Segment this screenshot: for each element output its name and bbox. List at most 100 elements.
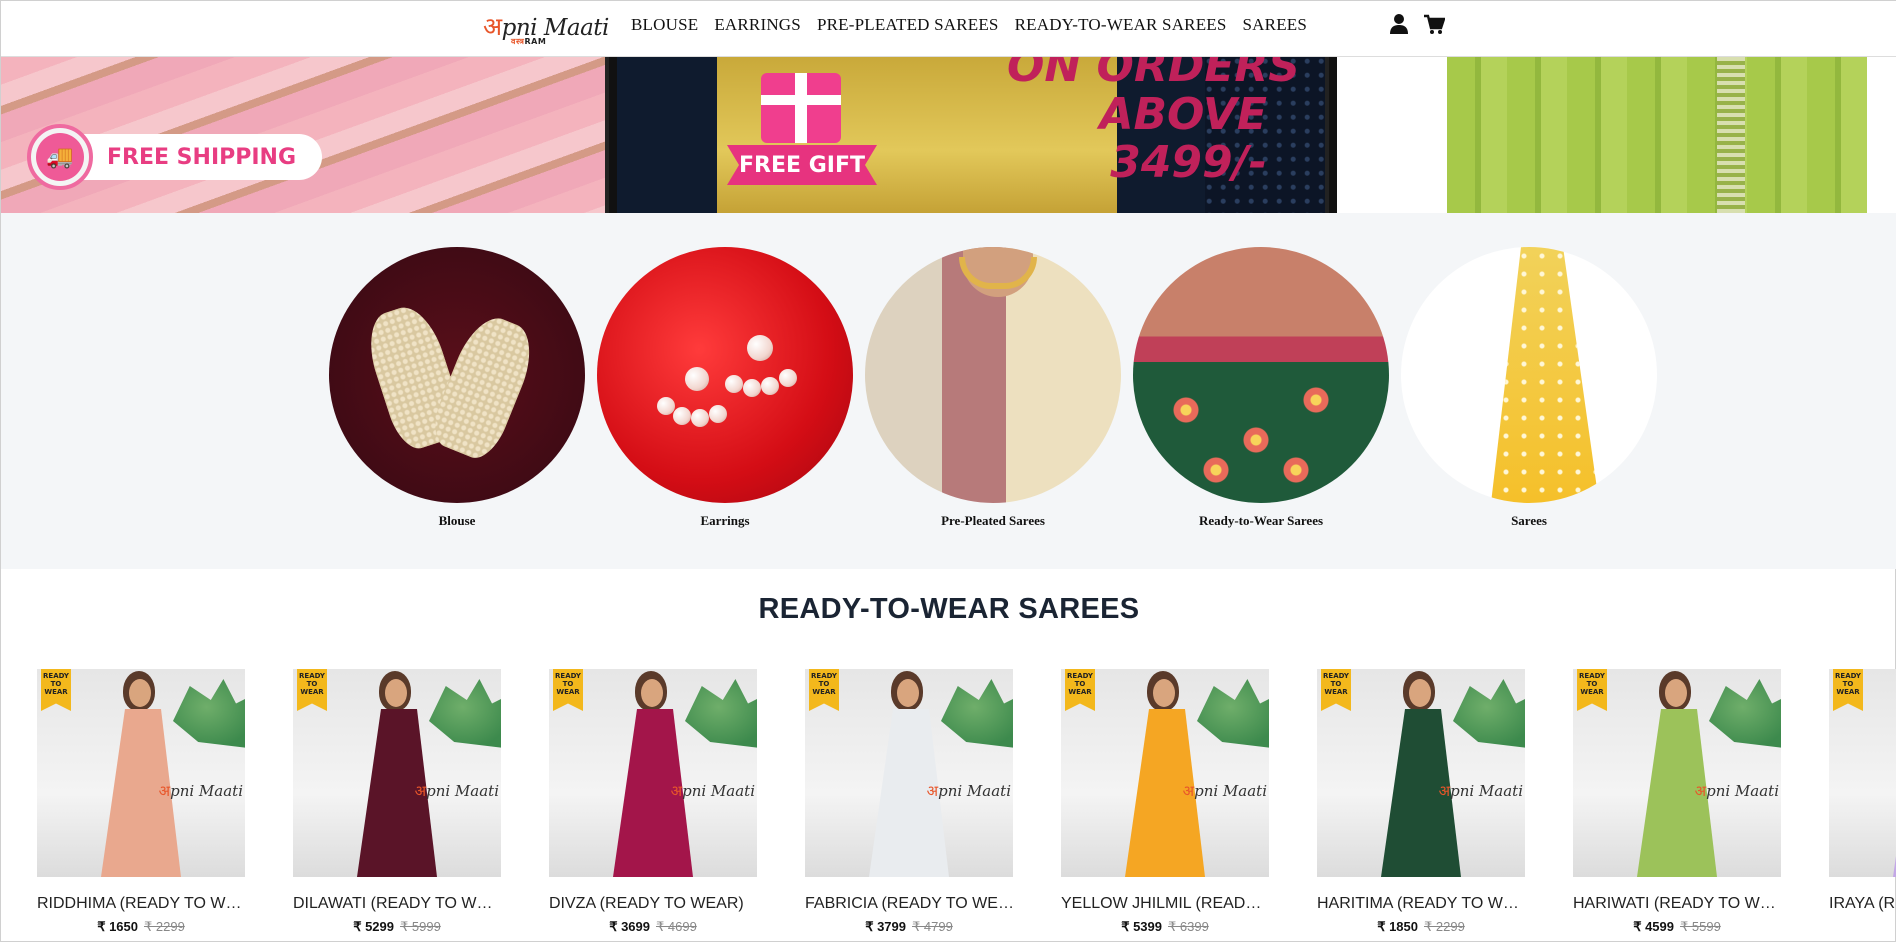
product-old-price: ₹ 2299 [1424,919,1465,934]
product-card[interactable]: READY TO WEARअpni Maati IRAYA (READY TO W… [1829,669,1896,935]
logo-subtitle: वस्त्रRAM [511,36,546,47]
category-label[interactable]: Ready-to-Wear Sarees [1133,513,1389,529]
product-prices: ₹ 1650 ₹ 2299 [37,919,245,935]
product-name[interactable]: FABRICIA (READY TO WEAR) [805,895,1015,913]
product-old-price: ₹ 5999 [400,919,441,934]
category-ready-to-wear-sarees[interactable]: Ready-to-Wear Sarees [1133,247,1389,529]
logo-sub-hindi: वस्त्र [511,37,525,46]
product-prices: ₹ 1850 ₹ 2299 [1317,919,1525,935]
product-name[interactable]: DIVZA (READY TO WEAR) [549,895,759,913]
logo-accent: अ [483,12,502,41]
product-card[interactable]: READY TO WEAR अpni Maati HARIWATI (READY T… [1573,669,1783,935]
offer-text: ON ORDERS ABOVE 3499/- [1007,57,1300,188]
ready-to-wear-badge: READY TO WEAR [1577,669,1607,711]
product-prices: ₹ 5299 ₹ 5999 [293,919,501,935]
site-header: अpni Maati वस्त्रRAM BLOUSE EARRINGS PRE… [1,1,1896,57]
product-watermark-logo: अpni Maati [158,782,243,800]
product-prices: ₹ 3 [1829,919,1896,935]
product-old-price: ₹ 2299 [144,919,185,934]
product-name[interactable]: IRAYA (READY TO WEAR) [1829,895,1896,913]
product-prices: ₹ 5399 ₹ 6399 [1061,919,1269,935]
product-watermark-logo: अpni Maati [1438,782,1523,800]
user-icon[interactable] [1389,13,1409,35]
offer-line-3: 3499/- [1110,137,1267,188]
product-card[interactable]: READY TO WEAR अpni Maati HARITIMA (READY T… [1317,669,1527,935]
category-image-pre-pleated[interactable] [865,247,1121,503]
category-label[interactable]: Blouse [329,513,585,529]
category-image-sarees[interactable] [1401,247,1657,503]
banner-panel-shipping: 🚚 FREE SHIPPING [1,57,609,213]
ready-to-wear-badge: READY TO WEAR [809,669,839,711]
cart-icon[interactable] [1423,13,1446,35]
nav-blouse[interactable]: BLOUSE [631,15,698,35]
category-image-blouse[interactable] [329,247,585,503]
product-image[interactable]: READY TO WEARअpni Maati [549,669,757,877]
site-logo[interactable]: अpni Maati वस्त्रRAM [481,9,609,47]
nav-pre-pleated-sarees[interactable]: PRE-PLEATED SAREES [817,15,999,35]
free-gift-label: FREE GIFT [727,145,877,185]
product-image[interactable]: READY TO WEAR अpni Maati [37,669,245,877]
category-blouse[interactable]: Blouse [329,247,585,529]
product-prices: ₹ 4599 ₹ 5599 [1573,919,1781,935]
category-pre-pleated-sarees[interactable]: Pre-Pleated Sarees [865,247,1121,529]
product-old-price: ₹ 4799 [912,919,953,934]
product-old-price: ₹ 4699 [656,919,697,934]
product-name[interactable]: DILAWATI (READY TO WEAR) [293,895,503,913]
banner-panel-gift: FREE GIFT ON ORDERS ABOVE 3499/- [617,57,1329,213]
product-price: ₹ 5399 [1121,919,1162,934]
product-watermark-logo: अpni Maati [926,782,1011,800]
product-image[interactable]: READY TO WEAR अpni Maati [805,669,1013,877]
product-watermark-logo: अpni Maati [1694,782,1779,800]
product-prices: ₹ 3799 ₹ 4799 [805,919,1013,935]
category-label[interactable]: Earrings [597,513,853,529]
product-old-price: ₹ 6399 [1168,919,1209,934]
section-title: READY-TO-WEAR SAREES [758,593,1140,625]
header-icons [1389,13,1446,35]
nav-ready-to-wear-sarees[interactable]: READY-TO-WEAR SAREES [1015,15,1227,35]
ready-to-wear-badge: READY TO WEAR [1065,669,1095,711]
product-image[interactable]: READY TO WEAR अpni Maati [293,669,501,877]
product-card[interactable]: READY TO WEAR अpni Maati RIDDHIMA (READY T… [37,669,247,935]
product-name[interactable]: HARITIMA (READY TO WEAR) [1317,895,1527,913]
product-card[interactable]: READY TO WEAR अpni Maati YELLOW JHILMIL (R… [1061,669,1271,935]
product-price: ₹ 3799 [865,919,906,934]
product-name[interactable]: HARIWATI (READY TO WEAR) [1573,895,1783,913]
product-price: ₹ 3699 [609,919,650,934]
product-price: ₹ 1850 [1377,919,1418,934]
category-sarees[interactable]: Sarees [1401,247,1657,529]
ready-to-wear-badge: READY TO WEAR [1833,669,1863,711]
category-image-earrings[interactable] [597,247,853,503]
product-card[interactable]: READY TO WEAR अpni Maati FABRICIA (READY T… [805,669,1015,935]
main-nav: BLOUSE EARRINGS PRE-PLEATED SAREES READY… [631,1,1307,48]
product-card[interactable]: READY TO WEAR अpni Maati DILAWATI (READY T… [293,669,503,935]
product-name[interactable]: RIDDHIMA (READY TO WEAR) [37,895,247,913]
offer-line-1: ON ORDERS [1007,57,1300,92]
product-watermark-logo: अpni Maati [414,782,499,800]
category-label[interactable]: Pre-Pleated Sarees [865,513,1121,529]
offer-line-2: ABOVE [1099,89,1267,140]
category-earrings[interactable]: Earrings [597,247,853,529]
product-image[interactable]: READY TO WEAR अpni Maati [1573,669,1781,877]
delivery-truck-icon: 🚚 [27,124,93,190]
product-name[interactable]: YELLOW JHILMIL (READY TO WEAR) [1061,895,1271,913]
product-price: ₹ 1650 [97,919,138,934]
ready-to-wear-badge: READY TO WEAR [297,669,327,711]
category-strip: Blouse Earrings Pre-Pleated Sarees Ready [1,213,1896,569]
product-image[interactable]: READY TO WEARअpni Maati [1829,669,1896,877]
product-price: ₹ 4599 [1633,919,1674,934]
logo-sub-text: RAM [524,37,547,46]
free-shipping-label: FREE SHIPPING [73,134,323,180]
category-label[interactable]: Sarees [1401,513,1657,529]
banner-panel-saree [1337,57,1896,213]
category-image-ready-to-wear[interactable] [1133,247,1389,503]
product-card[interactable]: READY TO WEAR अpni Maati DIVZA (READY TO W… [549,669,757,935]
product-carousel[interactable]: READY TO WEAR अpni Maati RIDDHIMA (READY T… [1,669,1896,942]
free-shipping-badge: 🚚 FREE SHIPPING [27,124,323,190]
product-old-price: ₹ 5599 [1680,919,1721,934]
nav-sarees[interactable]: SAREES [1243,15,1308,35]
ready-to-wear-badge: READY TO WEAR [41,669,71,711]
product-image[interactable]: READY TO WEARअpni Maati [1061,669,1269,877]
product-image[interactable]: READY TO WEARअpni Maati [1317,669,1525,877]
nav-earrings[interactable]: EARRINGS [714,15,801,35]
hero-carousel[interactable]: 🚚 FREE SHIPPING FREE GIFT ON ORDERS ABOV… [1,57,1896,213]
